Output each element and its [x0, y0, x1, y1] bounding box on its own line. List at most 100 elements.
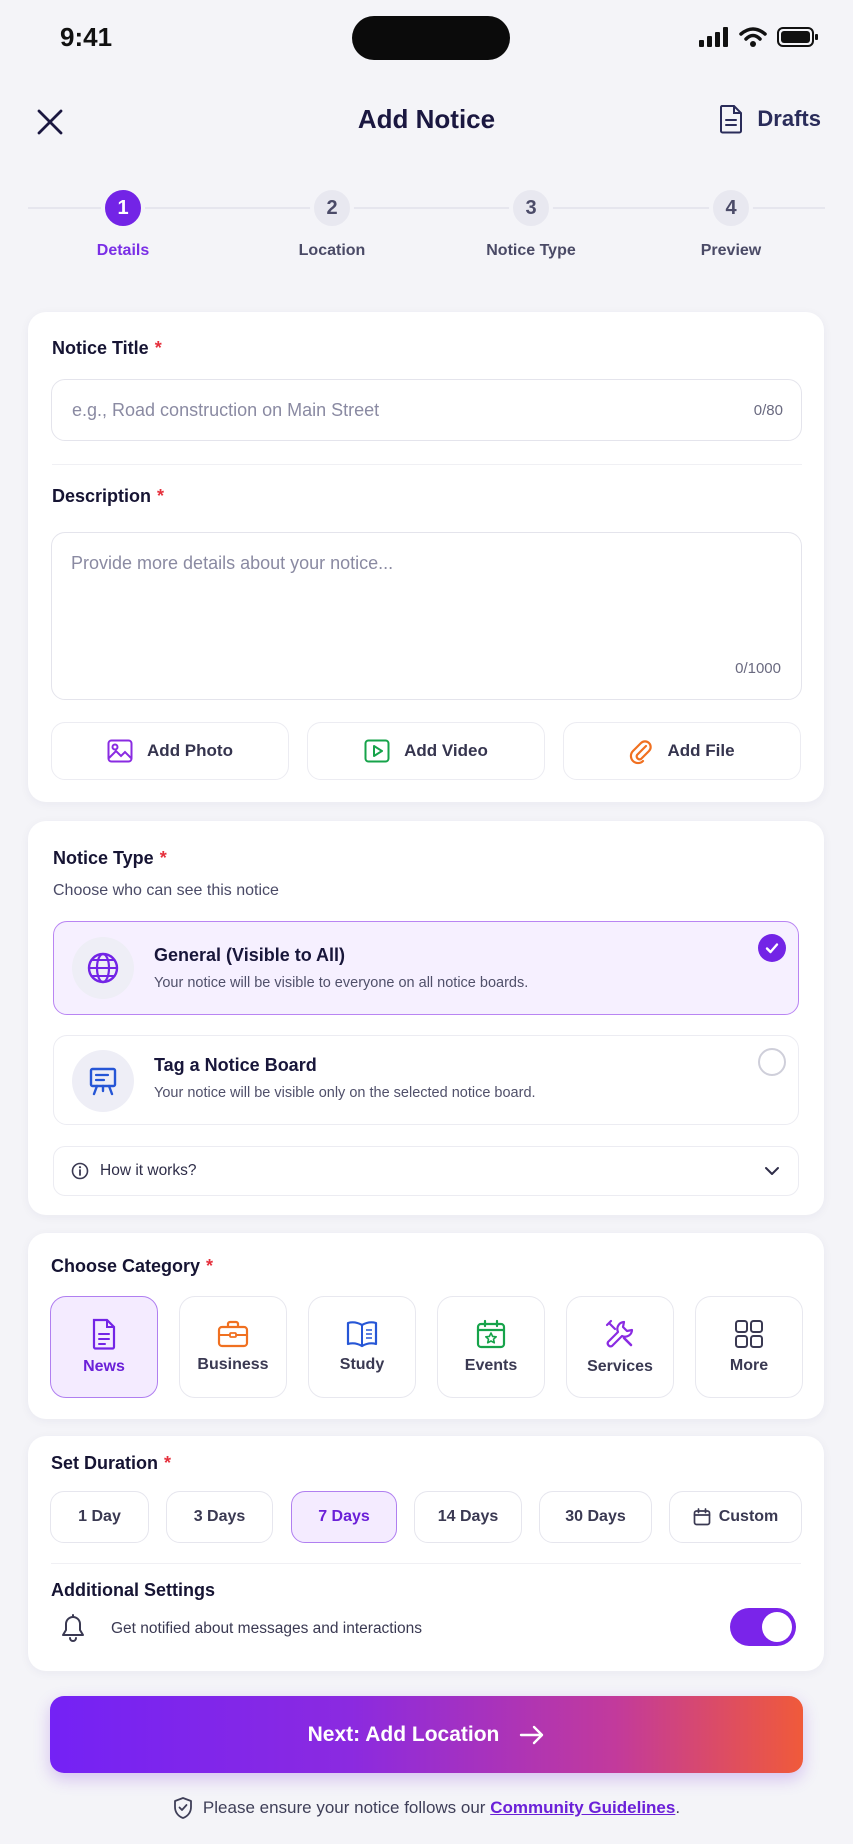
required-mark: * [159, 848, 167, 868]
video-icon [364, 739, 390, 763]
category-business[interactable]: Business [179, 1296, 287, 1398]
notice-type-label-text: Notice Type [53, 848, 154, 868]
guidelines-footer: Please ensure your notice follows our Co… [0, 1796, 853, 1820]
duration-3-days[interactable]: 3 Days [166, 1491, 273, 1543]
notice-title-label-text: Notice Title [52, 338, 149, 358]
category-events[interactable]: Events [437, 1296, 545, 1398]
option-title: Tag a Notice Board [154, 1055, 317, 1075]
drafts-label: Drafts [757, 106, 821, 131]
grid-icon [735, 1320, 763, 1348]
briefcase-icon [217, 1320, 249, 1348]
paperclip-icon [630, 740, 653, 765]
notice-title-input[interactable]: e.g., Road construction on Main Street 0… [51, 379, 802, 441]
option-tag-notice-board[interactable]: Tag a Notice Board Your notice will be v… [53, 1035, 799, 1125]
check-circle-icon [758, 934, 786, 962]
step-location[interactable]: 2 Location [252, 186, 412, 260]
step-number: 1 [101, 186, 145, 230]
step-preview[interactable]: 4 Preview [651, 186, 811, 260]
tools-icon [605, 1319, 634, 1348]
image-icon [107, 739, 133, 763]
book-icon [346, 1321, 378, 1348]
footer-period: . [675, 1798, 681, 1817]
category-label-business: Business [197, 1356, 269, 1373]
option-title: General (Visible to All) [154, 945, 346, 965]
duration-7-days[interactable]: 7 Days [291, 1491, 397, 1543]
drafts-button[interactable]: Drafts [719, 104, 821, 134]
divider [51, 1563, 801, 1564]
category-study[interactable]: Study [308, 1296, 416, 1398]
step-label: Notice Type [486, 242, 576, 259]
calendar-icon [693, 1508, 711, 1526]
toggle-knob [762, 1612, 792, 1642]
notify-text: Get notified about messages and interact… [111, 1620, 423, 1637]
duration-label-custom: Custom [718, 1508, 779, 1525]
title-char-counter: 0/80 [753, 402, 783, 419]
category-label-text: Choose Category [51, 1256, 201, 1276]
duration-label: Set Duration * [51, 1453, 171, 1474]
option-icon-wrap [72, 937, 134, 999]
step-number: 3 [509, 186, 553, 230]
notify-toggle[interactable] [730, 1608, 796, 1646]
option-desc: Your notice will be visible only on the … [154, 1085, 536, 1101]
status-time: 9:41 [60, 22, 113, 52]
next-add-location-button[interactable]: Next: Add Location [50, 1696, 803, 1773]
add-file-button[interactable]: Add File [563, 722, 801, 780]
community-guidelines-link[interactable]: Community Guidelines [490, 1798, 675, 1817]
option-general[interactable]: General (Visible to All) Your notice wil… [53, 921, 799, 1015]
next-button-label: Next: Add Location [307, 1722, 500, 1746]
signal-icon [699, 27, 728, 47]
description-label: Description * [52, 486, 164, 507]
document-icon [720, 105, 743, 134]
category-label: Choose Category * [51, 1256, 213, 1277]
divider [52, 464, 802, 465]
category-news[interactable]: News [50, 1296, 158, 1398]
how-it-works-accordion[interactable]: How it works? [53, 1146, 799, 1196]
duration-30-days[interactable]: 30 Days [539, 1491, 652, 1543]
add-photo-label: Add Photo [147, 741, 233, 760]
description-label-text: Description [52, 486, 152, 506]
calendar-star-icon [476, 1319, 506, 1349]
description-textarea[interactable]: Provide more details about your notice..… [51, 532, 802, 700]
add-photo-button[interactable]: Add Photo [51, 722, 289, 780]
duration-label-30-days: 30 Days [565, 1508, 626, 1525]
duration-label-text: Set Duration [51, 1453, 159, 1473]
wifi-icon [739, 27, 767, 47]
category-label-services: Services [587, 1358, 653, 1375]
option-desc: Your notice will be visible to everyone … [154, 975, 529, 991]
duration-label-14-days: 14 Days [437, 1508, 499, 1525]
category-services[interactable]: Services [566, 1296, 674, 1398]
notice-title-placeholder: e.g., Road construction on Main Street [72, 400, 380, 420]
additional-settings-label: Additional Settings [51, 1580, 215, 1600]
how-it-works-label: How it works? [100, 1162, 197, 1179]
notice-title-label: Notice Title * [52, 338, 162, 359]
step-notice-type[interactable]: 3 Notice Type [451, 186, 611, 260]
description-char-counter: 0/1000 [735, 660, 781, 677]
step-details[interactable]: 1 Details [43, 186, 203, 260]
radio-unchecked[interactable] [758, 1048, 786, 1076]
globe-icon [87, 952, 119, 984]
notice-type-label: Notice Type * [53, 848, 167, 869]
duration-label-1-day: 1 Day [78, 1508, 121, 1525]
duration-custom[interactable]: Custom [669, 1491, 802, 1543]
footer-text: Please ensure your notice follows our [202, 1798, 486, 1817]
duration-14-days[interactable]: 14 Days [414, 1491, 522, 1543]
news-document-icon [92, 1318, 116, 1350]
battery-icon [777, 27, 818, 47]
notice-type-subtitle: Choose who can see this notice [53, 882, 279, 899]
category-label-news: News [83, 1358, 125, 1375]
option-icon-wrap [72, 1050, 134, 1112]
step-label: Location [298, 242, 366, 259]
description-placeholder: Provide more details about your notice..… [71, 553, 394, 573]
add-video-label: Add Video [404, 741, 488, 760]
chevron-down-icon [765, 1167, 779, 1175]
required-mark: * [164, 1453, 172, 1473]
category-label-study: Study [339, 1356, 385, 1373]
step-number: 4 [709, 186, 753, 230]
category-label-more: More [729, 1357, 769, 1374]
add-video-button[interactable]: Add Video [307, 722, 545, 780]
dynamic-island [352, 16, 510, 60]
duration-1-day[interactable]: 1 Day [50, 1491, 149, 1543]
info-icon [71, 1162, 89, 1180]
shield-check-icon [174, 1797, 192, 1819]
category-more[interactable]: More [695, 1296, 803, 1398]
